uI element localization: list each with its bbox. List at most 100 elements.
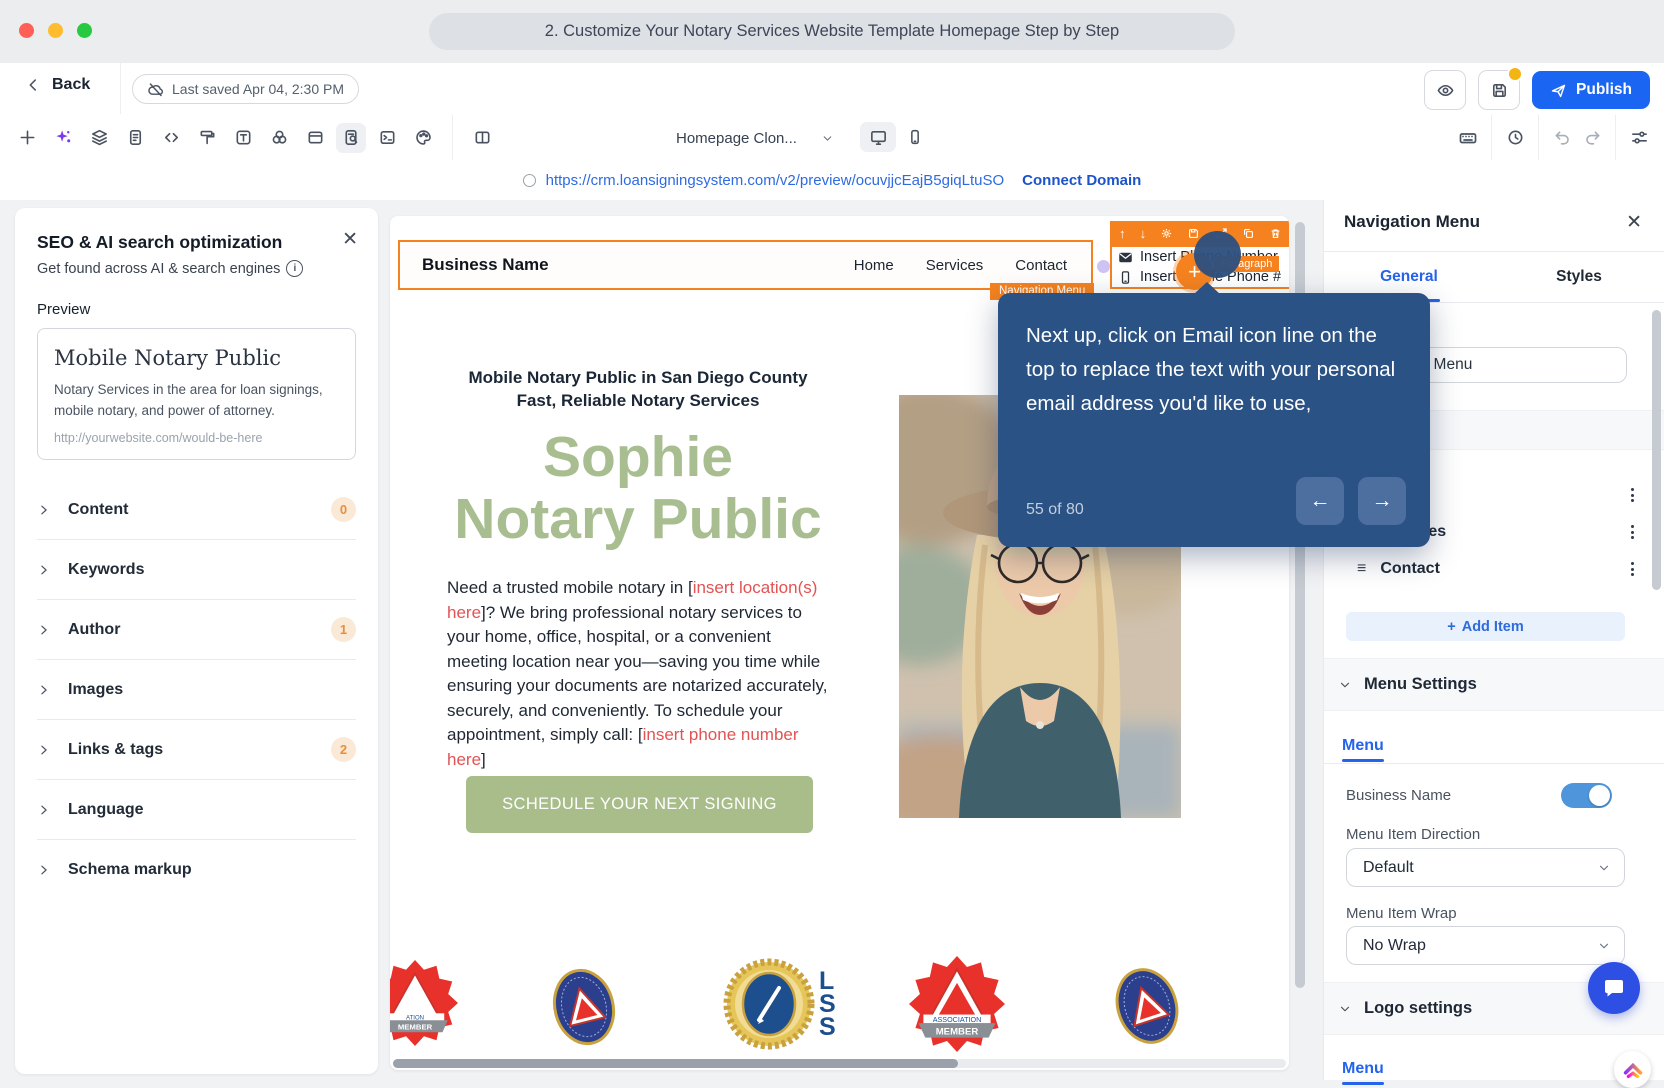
text-box-icon — [236, 130, 250, 145]
undo-icon — [1555, 131, 1569, 145]
theme-palette-button[interactable] — [408, 123, 438, 153]
smartphone-icon — [911, 129, 919, 145]
maximize-window-button[interactable] — [77, 23, 92, 38]
redo-icon — [1585, 131, 1599, 145]
save-element-icon[interactable] — [1187, 227, 1200, 240]
trash-icon[interactable] — [1269, 227, 1282, 240]
back-button[interactable]: Back — [24, 76, 90, 94]
desktop-view-button[interactable] — [860, 122, 896, 152]
save-button[interactable] — [1478, 66, 1524, 110]
seo-section-content[interactable]: Content 0 — [37, 480, 356, 540]
subtab-menu[interactable]: Menu — [1342, 737, 1384, 762]
menu-settings-section[interactable]: Menu Settings — [1324, 658, 1664, 711]
schedule-cta-button[interactable]: SCHEDULE YOUR NEXT SIGNING — [466, 776, 813, 833]
drag-handle-icon[interactable]: ≡ — [1357, 560, 1366, 578]
chevron-right-icon — [41, 565, 47, 574]
preview-eye-button[interactable] — [1424, 70, 1467, 110]
split-column-icon — [475, 131, 489, 144]
version-history-button[interactable] — [1500, 123, 1530, 153]
monitor-icon — [870, 130, 886, 145]
close-window-button[interactable] — [19, 23, 34, 38]
tour-prev-button[interactable]: ← — [1296, 477, 1344, 525]
settings-sliders-button[interactable] — [1624, 123, 1654, 153]
undo-button[interactable] — [1547, 123, 1577, 153]
typography-button[interactable] — [228, 123, 258, 153]
publish-label: Publish — [1576, 81, 1632, 98]
site-nav-services[interactable]: Services — [926, 257, 984, 274]
seo-section-links-tags[interactable]: Links & tags 2 — [37, 720, 356, 780]
status-ring-icon — [522, 173, 536, 187]
seo-section-schema-markup[interactable]: Schema markup — [37, 840, 356, 899]
divider — [452, 115, 453, 160]
subtab-menu-bottom[interactable]: Menu — [1342, 1060, 1384, 1085]
keyboard-icon — [1459, 132, 1477, 143]
seo-audit-button[interactable] — [336, 122, 366, 153]
scrollbar-thumb[interactable] — [393, 1059, 958, 1068]
move-down-icon[interactable]: ↓ — [1140, 226, 1147, 241]
seo-section-keywords[interactable]: Keywords — [37, 540, 356, 600]
cloud-off-icon — [148, 82, 164, 96]
plus-icon: + — [1447, 618, 1456, 635]
tour-next-button[interactable]: → — [1358, 477, 1406, 525]
eye-icon — [1437, 84, 1453, 96]
site-header-selected[interactable]: Business Name Home Services Contact — [398, 240, 1093, 290]
gear-icon[interactable] — [1160, 227, 1173, 240]
add-element-button[interactable] — [12, 123, 42, 153]
hero-heading: Sophie Notary Public — [454, 425, 822, 551]
sections-button[interactable] — [120, 123, 150, 153]
layers-button[interactable] — [84, 123, 114, 153]
site-nav-contact[interactable]: Contact — [1015, 257, 1067, 274]
terminal-button[interactable] — [372, 123, 402, 153]
tooltip-text: Next up, click on Email icon line on the… — [1026, 324, 1396, 415]
code-button[interactable] — [156, 123, 186, 153]
seo-section-images[interactable]: Images — [37, 660, 356, 720]
add-item-button[interactable]: + Add Item — [1346, 612, 1625, 641]
info-icon[interactable]: i — [286, 260, 304, 277]
item-options-icon[interactable] — [1631, 562, 1634, 576]
mobile-view-button[interactable] — [900, 122, 930, 152]
close-icon[interactable]: ✕ — [1626, 211, 1642, 234]
card-button[interactable] — [300, 123, 330, 153]
ai-assistant-button[interactable] — [48, 123, 78, 153]
site-business-name: Business Name — [422, 255, 549, 274]
keyboard-shortcuts-button[interactable] — [1453, 123, 1483, 153]
clickup-logo[interactable] — [1614, 1051, 1651, 1088]
site-nav-home[interactable]: Home — [854, 257, 894, 274]
item-options-icon[interactable] — [1631, 525, 1634, 539]
panel-layout-button[interactable] — [467, 123, 497, 153]
color-blend-button[interactable] — [264, 123, 294, 153]
seo-section-author[interactable]: Author 1 — [37, 600, 356, 660]
close-icon[interactable]: ✕ — [342, 230, 358, 249]
last-saved-label: Last saved Apr 04, 2:30 PM — [172, 81, 344, 97]
tab-styles[interactable]: Styles — [1494, 251, 1664, 302]
business-name-toggle[interactable] — [1561, 783, 1612, 808]
canvas-horizontal-scrollbar[interactable] — [393, 1059, 1286, 1068]
seo-section-language[interactable]: Language — [37, 780, 356, 840]
direction-select[interactable]: Default — [1346, 848, 1625, 887]
wrap-select[interactable]: No Wrap — [1346, 926, 1625, 965]
menu-item-contact[interactable]: ≡ Contact — [1324, 551, 1664, 587]
minimize-window-button[interactable] — [48, 23, 63, 38]
direction-label: Menu Item Direction — [1346, 826, 1481, 843]
connect-domain-link[interactable]: Connect Domain — [1022, 172, 1141, 189]
preview-url-link[interactable]: https://crm.loansigningsystem.com/v2/pre… — [546, 172, 1005, 189]
layers-icon — [91, 129, 107, 146]
chevron-right-icon — [41, 505, 47, 514]
content-count-badge: 0 — [331, 497, 356, 522]
redo-button[interactable] — [1577, 123, 1607, 153]
divider — [1615, 115, 1616, 160]
styles-roller-button[interactable] — [192, 123, 222, 153]
page-selector-dropdown[interactable]: Homepage Clon... — [676, 123, 834, 153]
move-up-icon[interactable]: ↑ — [1119, 226, 1126, 241]
mobile-phone-icon — [1121, 270, 1130, 284]
chat-widget-button[interactable] — [1588, 962, 1640, 1014]
chevron-right-icon — [41, 805, 47, 814]
document-icon — [129, 130, 141, 145]
seo-panel: SEO & AI search optimization ✕ Get found… — [15, 208, 378, 1074]
publish-button[interactable]: Publish — [1532, 71, 1650, 109]
duplicate-icon[interactable] — [1242, 227, 1255, 240]
item-options-icon[interactable] — [1631, 488, 1634, 502]
seo-panel-subtitle: Get found across AI & search engines — [37, 260, 281, 277]
unsaved-changes-dot — [1507, 66, 1524, 82]
panel-scrollbar[interactable] — [1652, 310, 1661, 590]
